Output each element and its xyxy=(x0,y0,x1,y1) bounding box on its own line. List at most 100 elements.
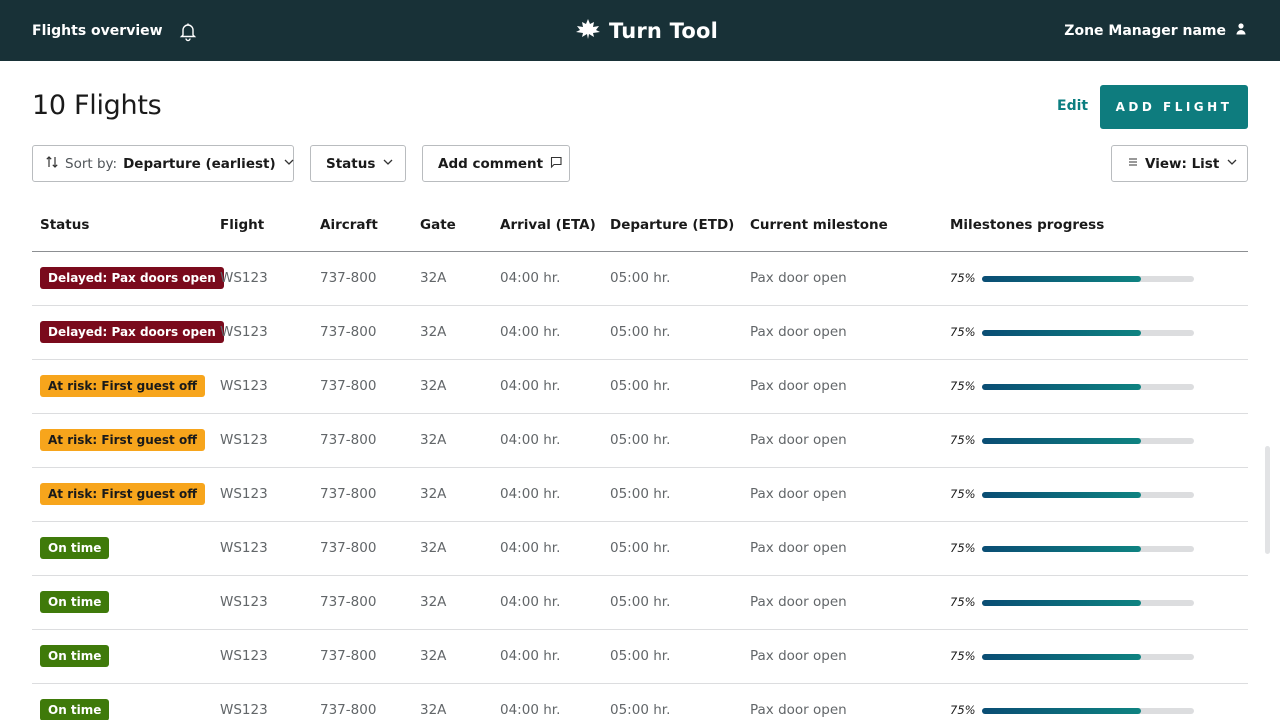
gate-cell: 32A xyxy=(420,594,447,610)
aircraft-cell: 737-800 xyxy=(320,540,377,556)
progress-fill xyxy=(982,654,1141,660)
progress-bar xyxy=(982,546,1194,552)
add-flight-button[interactable]: ADD FLIGHT xyxy=(1100,85,1248,129)
progress-percent: 75% xyxy=(950,271,976,285)
arrival-cell: 04:00 hr. xyxy=(500,540,561,556)
table-row[interactable]: Delayed: Pax doors open WS123 737-800 32… xyxy=(32,252,1248,306)
table-row[interactable]: At risk: First guest off WS123 737-800 3… xyxy=(32,360,1248,414)
arrival-cell: 04:00 hr. xyxy=(500,702,561,718)
aircraft-cell: 737-800 xyxy=(320,702,377,718)
column-header-arrival[interactable]: Arrival (ETA) xyxy=(500,217,596,233)
arrival-cell: 04:00 hr. xyxy=(500,594,561,610)
progress-percent: 75% xyxy=(950,703,976,717)
maple-leaf-logo-icon xyxy=(575,18,601,44)
view-dropdown[interactable]: View: List xyxy=(1111,145,1248,182)
departure-cell: 05:00 hr. xyxy=(610,540,671,556)
sort-prefix: Sort by: xyxy=(65,155,118,172)
departure-cell: 05:00 hr. xyxy=(610,270,671,286)
gate-cell: 32A xyxy=(420,324,447,340)
table-row[interactable]: On time WS123 737-800 32A 04:00 hr. 05:0… xyxy=(32,522,1248,576)
milestone-cell: Pax door open xyxy=(750,648,847,664)
progress-fill xyxy=(982,384,1141,390)
progress-bar xyxy=(982,708,1194,714)
progress-fill xyxy=(982,330,1141,336)
vertical-scrollbar[interactable] xyxy=(1265,446,1270,554)
gate-cell: 32A xyxy=(420,432,447,448)
app-brand-name: Turn Tool xyxy=(609,18,718,43)
aircraft-cell: 737-800 xyxy=(320,432,377,448)
milestone-cell: Pax door open xyxy=(750,594,847,610)
table-row[interactable]: At risk: First guest off WS123 737-800 3… xyxy=(32,414,1248,468)
aircraft-cell: 737-800 xyxy=(320,378,377,394)
status-badge: At risk: First guest off xyxy=(40,375,205,397)
table-row[interactable]: On time WS123 737-800 32A 04:00 hr. 05:0… xyxy=(32,576,1248,630)
status-badge: Delayed: Pax doors open xyxy=(40,321,224,343)
status-filter-dropdown[interactable]: Status xyxy=(310,145,406,182)
chevron-down-icon xyxy=(1225,155,1239,173)
column-header-departure[interactable]: Departure (ETD) xyxy=(610,217,734,233)
column-header-milestones-progress[interactable]: Milestones progress xyxy=(950,217,1104,233)
bell-icon[interactable] xyxy=(177,20,199,42)
progress-bar xyxy=(982,492,1194,498)
status-badge: On time xyxy=(40,591,110,613)
chevron-down-icon xyxy=(381,155,395,173)
comment-icon xyxy=(549,155,563,173)
status-badge: At risk: First guest off xyxy=(40,483,205,505)
gate-cell: 32A xyxy=(420,702,447,718)
flights-overview-title[interactable]: Flights overview xyxy=(32,23,163,39)
page-title: 10 Flights xyxy=(32,90,162,121)
column-header-aircraft[interactable]: Aircraft xyxy=(320,217,378,233)
view-label: View: List xyxy=(1145,155,1220,172)
flight-cell: WS123 xyxy=(220,432,268,448)
progress-percent: 75% xyxy=(950,649,976,663)
arrival-cell: 04:00 hr. xyxy=(500,648,561,664)
gate-cell: 32A xyxy=(420,270,447,286)
status-badge: On time xyxy=(40,645,110,667)
flight-cell: WS123 xyxy=(220,540,268,556)
chevron-down-icon xyxy=(282,155,296,173)
table-row[interactable]: Delayed: Pax doors open WS123 737-800 32… xyxy=(32,306,1248,360)
progress-fill xyxy=(982,600,1141,606)
departure-cell: 05:00 hr. xyxy=(610,378,671,394)
topbar-left: Flights overview xyxy=(32,0,199,61)
table-row[interactable]: On time WS123 737-800 32A 04:00 hr. 05:0… xyxy=(32,684,1248,720)
gate-cell: 32A xyxy=(420,378,447,394)
departure-cell: 05:00 hr. xyxy=(610,702,671,718)
add-comment-button[interactable]: Add comment xyxy=(422,145,570,182)
aircraft-cell: 737-800 xyxy=(320,648,377,664)
status-filter-label: Status xyxy=(326,155,376,172)
gate-cell: 32A xyxy=(420,486,447,502)
column-header-status[interactable]: Status xyxy=(40,217,89,233)
edit-link[interactable]: Edit xyxy=(1057,98,1088,114)
arrival-cell: 04:00 hr. xyxy=(500,378,561,394)
progress-bar xyxy=(982,600,1194,606)
flight-cell: WS123 xyxy=(220,702,268,718)
column-header-gate[interactable]: Gate xyxy=(420,217,456,233)
sort-dropdown[interactable]: Sort by: Departure (earliest) xyxy=(32,145,294,182)
arrival-cell: 04:00 hr. xyxy=(500,486,561,502)
user-name: Zone Manager name xyxy=(1064,22,1226,39)
departure-cell: 05:00 hr. xyxy=(610,324,671,340)
progress-percent: 75% xyxy=(950,433,976,447)
gate-cell: 32A xyxy=(420,540,447,556)
progress-fill xyxy=(982,438,1141,444)
aircraft-cell: 737-800 xyxy=(320,594,377,610)
flight-cell: WS123 xyxy=(220,594,268,610)
milestone-cell: Pax door open xyxy=(750,702,847,718)
progress-bar xyxy=(982,438,1194,444)
milestone-cell: Pax door open xyxy=(750,270,847,286)
aircraft-cell: 737-800 xyxy=(320,324,377,340)
milestone-cell: Pax door open xyxy=(750,540,847,556)
flight-cell: WS123 xyxy=(220,486,268,502)
user-menu[interactable]: Zone Manager name xyxy=(1064,0,1248,61)
progress-percent: 75% xyxy=(950,541,976,555)
departure-cell: 05:00 hr. xyxy=(610,648,671,664)
gate-cell: 32A xyxy=(420,648,447,664)
arrival-cell: 04:00 hr. xyxy=(500,324,561,340)
table-row[interactable]: On time WS123 737-800 32A 04:00 hr. 05:0… xyxy=(32,630,1248,684)
column-header-current-milestone[interactable]: Current milestone xyxy=(750,217,888,233)
sort-value: Departure (earliest) xyxy=(123,155,276,172)
column-header-flight[interactable]: Flight xyxy=(220,217,264,233)
progress-fill xyxy=(982,546,1141,552)
table-row[interactable]: At risk: First guest off WS123 737-800 3… xyxy=(32,468,1248,522)
